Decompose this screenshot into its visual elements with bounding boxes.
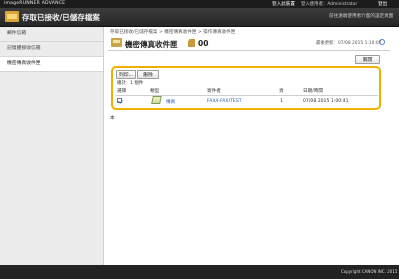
settings-page-link[interactable]: 前往遠端使用者介面的設定頁面 xyxy=(329,13,393,19)
fax-inbox-icon xyxy=(111,38,122,47)
sender-cell: FAX/I-FAX/TEST xyxy=(207,99,242,104)
column-header-type: 類型 xyxy=(150,89,160,94)
login-user-label: 登入使用者：Administrator xyxy=(301,2,358,7)
copyright: Copyright CANON INC. 2015 xyxy=(341,269,398,274)
page-heading: 存取已接收/已儲存檔案 xyxy=(22,13,100,22)
sidebar-item-mailbox[interactable]: 郵件信箱 xyxy=(0,27,103,42)
box-icon xyxy=(188,39,195,47)
inbox-app-icon xyxy=(5,11,19,22)
sidebar-item-confidential-fax-inbox[interactable]: 機密傳真收件匣 xyxy=(0,57,103,72)
brand-name: imageRUNNER ADVANCE xyxy=(4,1,66,6)
logout-link[interactable]: 登出 xyxy=(378,1,387,7)
column-header-sender: 寄件者 xyxy=(207,89,221,94)
divider xyxy=(108,50,390,51)
sidebar-item-memory-rx-inbox[interactable]: 記憶體接收信箱 xyxy=(0,42,103,57)
column-header-pages: 頁 xyxy=(279,89,284,94)
sidebar: 郵件信箱 記憶體接收信箱 機密傳真收件匣 xyxy=(0,27,104,265)
row-select-checkbox[interactable] xyxy=(117,98,122,103)
bottom-bar: Copyright CANON INC. 2015 xyxy=(0,265,399,279)
box-number: 00 xyxy=(198,39,209,48)
breadcrumb: 存取已接收/已儲存檔案 > 機密傳真收件匣 > 操作傳真收件匣 xyxy=(110,30,236,35)
last-updated-label: 最後更新：07/08 2015 1:10:07 xyxy=(316,41,382,46)
column-header-select: 選擇 xyxy=(117,89,127,94)
column-header-datetime: 日期/時間 xyxy=(303,89,323,94)
selection-summary: 總計：1 個件 xyxy=(117,81,144,86)
print-button[interactable]: 列印... xyxy=(116,70,136,79)
document-type-link[interactable]: 傳真 xyxy=(166,99,175,105)
login-link[interactable]: 登入此裝置 xyxy=(272,1,295,7)
top-header-bar: imageRUNNER ADVANCE 登入此裝置 登入使用者：Administ… xyxy=(0,0,399,8)
fax-document-icon xyxy=(151,96,162,104)
title-bar: 存取已接收/已儲存檔案 前往遠端使用者介面的設定頁面 xyxy=(0,8,399,27)
inbox-title: 機密傳真收件匣 xyxy=(125,40,178,49)
refresh-icon[interactable] xyxy=(379,39,385,45)
delete-button[interactable]: 刪除 xyxy=(137,70,159,79)
close-button[interactable]: 關閉 xyxy=(355,55,380,64)
pages-cell: 1 xyxy=(280,99,283,104)
datetime-cell: 07/08 2015 1:00:41 xyxy=(303,99,349,104)
page-footer-mark: 本 xyxy=(110,116,115,121)
